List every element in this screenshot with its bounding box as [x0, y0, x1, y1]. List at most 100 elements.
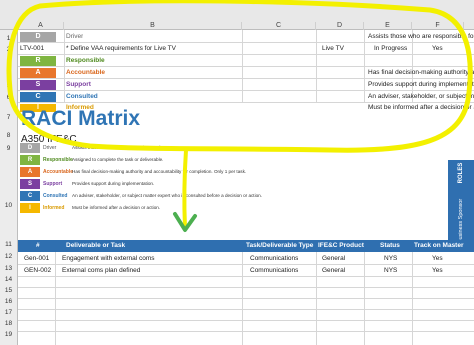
column-header-f[interactable]: F	[412, 22, 464, 30]
row-number[interactable]: 18	[0, 320, 17, 327]
role-label-support[interactable]: Support	[66, 79, 91, 90]
table-cell-status[interactable]: NYS	[384, 265, 397, 276]
grid-line	[242, 30, 243, 102]
row-number[interactable]: 4	[0, 70, 17, 77]
grid-line	[18, 320, 474, 321]
column-header-type[interactable]: Task/Deliverable Type	[246, 240, 313, 252]
row-number[interactable]: 9	[0, 145, 17, 152]
roles-header-label: ROLES	[458, 162, 464, 184]
column-header-track[interactable]: Track on Master	[414, 240, 464, 252]
row-number[interactable]: 6	[0, 94, 17, 101]
track-cell[interactable]: Yes	[432, 43, 443, 54]
grid-line	[364, 30, 365, 102]
grid-line	[18, 331, 474, 332]
driver-label-cell[interactable]: Driver	[66, 31, 83, 42]
column-header-b[interactable]: B	[64, 22, 242, 30]
grid-line	[316, 252, 317, 345]
legend-desc-consulted: An adviser, stakeholder, or subject matt…	[72, 193, 262, 198]
page-title[interactable]: RACI Matrix	[21, 107, 140, 131]
status-cell[interactable]: In Progress	[374, 43, 407, 54]
grid-line	[55, 252, 56, 345]
legend-code-r: R	[20, 155, 40, 165]
row-number[interactable]: 16	[0, 298, 17, 305]
row-number[interactable]: 11	[0, 241, 17, 248]
table-cell-task[interactable]: Engagement with external coms	[62, 253, 155, 264]
row-number[interactable]: 10	[0, 202, 17, 209]
column-header-product[interactable]: IFE&C Product	[318, 240, 364, 252]
table-cell-track[interactable]: Yes	[432, 253, 443, 264]
legend-desc-responsible: Assigned to complete the task or deliver…	[72, 157, 164, 162]
grid-line	[412, 252, 413, 345]
highlight-arrow-shaft	[182, 148, 188, 230]
legend-desc-informed: Must be informed after a decision or act…	[72, 205, 161, 210]
legend-code-d: D	[20, 143, 40, 153]
row-number[interactable]: 13	[0, 265, 17, 272]
grid-line	[242, 252, 243, 345]
row-number[interactable]: 14	[0, 276, 17, 283]
column-header-bar: A B C D E F	[0, 0, 474, 30]
legend-name-responsible: Responsible	[43, 157, 73, 163]
table-cell-product[interactable]: General	[322, 253, 345, 264]
legend-code-s: S	[20, 179, 40, 189]
role-code-r[interactable]: R	[20, 56, 56, 66]
row-number[interactable]: 8	[0, 132, 17, 139]
legend-name-accountable: Accountable	[43, 169, 74, 175]
table-cell-type[interactable]: Communications	[250, 253, 298, 264]
row-number[interactable]: 3	[0, 58, 17, 65]
table-cell-task[interactable]: External coms plan defined	[62, 265, 140, 276]
grid-line	[18, 276, 474, 277]
driver-desc-cell[interactable]: Assists those who are responsible for	[368, 31, 474, 42]
table-cell-id[interactable]: GEN-002	[24, 265, 51, 276]
grid-line	[64, 30, 65, 102]
grid-line	[18, 298, 474, 299]
role-label-consulted[interactable]: Consulted	[66, 91, 98, 102]
grid-line	[18, 287, 474, 288]
legend-name-driver: Driver	[43, 145, 57, 151]
role-desc-accountable[interactable]: Has final decision-making authority and	[368, 67, 474, 78]
row-number[interactable]: 17	[0, 309, 17, 316]
row-number[interactable]: 1	[0, 35, 17, 42]
deliverable-type-cell[interactable]: Live TV	[322, 43, 344, 54]
legend-code-c: C	[20, 191, 40, 201]
highlight-arrow-head	[173, 212, 197, 232]
row-number[interactable]: 7	[0, 114, 17, 121]
row-number[interactable]: 5	[0, 82, 17, 89]
role-label-accountable[interactable]: Accountable	[66, 67, 105, 78]
table-cell-type[interactable]: Communications	[250, 265, 298, 276]
table-cell-track[interactable]: Yes	[432, 265, 443, 276]
legend-code-i: I	[20, 203, 40, 213]
row-number[interactable]: 12	[0, 253, 17, 260]
role-desc-informed[interactable]: Must be informed after a decision or a	[368, 102, 474, 113]
legend-desc-support: Provides support during implementation.	[72, 181, 155, 186]
row-number[interactable]: 15	[0, 287, 17, 294]
table-cell-product[interactable]: General	[322, 265, 345, 276]
row-number-gutter: 1 2 3 4 5 6 7 8 9 10 11 12 13 14 15 16 1…	[0, 30, 18, 345]
role-desc-support[interactable]: Provides support during implementation	[368, 79, 474, 90]
table-cell-status[interactable]: NYS	[384, 253, 397, 264]
column-header-status[interactable]: Status	[380, 240, 400, 252]
role-code-s[interactable]: S	[20, 80, 56, 90]
table-cell-id[interactable]: Gen-001	[24, 253, 49, 264]
legend-name-consulted: Consulted	[43, 193, 68, 199]
driver-code-cell[interactable]: D	[20, 32, 56, 42]
role-label-responsible[interactable]: Responsible	[66, 55, 105, 66]
column-header-number[interactable]: #	[36, 240, 40, 252]
column-header-d[interactable]: D	[316, 22, 364, 30]
legend-desc-driver: Assists those who are responsible for a …	[72, 145, 163, 150]
legend-name-support: Support	[43, 181, 63, 187]
column-header-a[interactable]: A	[18, 22, 64, 30]
grid-line	[18, 309, 474, 310]
row-number[interactable]: 2	[0, 46, 17, 53]
role-code-c[interactable]: C	[20, 92, 56, 102]
role-code-a[interactable]: A	[20, 68, 56, 78]
legend-code-a: A	[20, 167, 40, 177]
grid-line	[316, 30, 317, 102]
column-header-e[interactable]: E	[364, 22, 412, 30]
row-number[interactable]: 19	[0, 331, 17, 338]
legend-name-informed: Informed	[43, 205, 65, 211]
task-name-cell[interactable]: * Define VAA requirements for Live TV	[66, 43, 176, 54]
task-id-cell[interactable]: LTV-001	[20, 43, 44, 54]
role-desc-consulted[interactable]: An adviser, stakeholder, or subject mat	[368, 91, 474, 102]
column-header-c[interactable]: C	[242, 22, 316, 30]
column-header-deliverable[interactable]: Deliverable or Task	[66, 240, 125, 252]
